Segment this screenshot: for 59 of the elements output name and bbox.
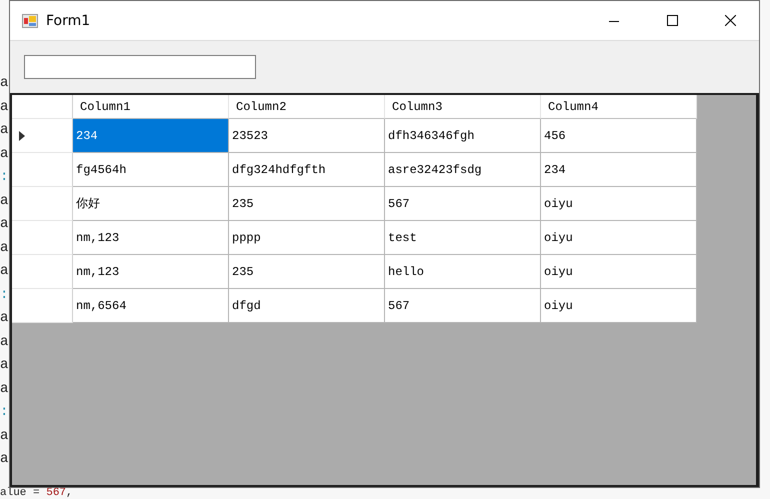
current-row-icon: [19, 130, 25, 140]
column-header[interactable]: Column3: [385, 95, 541, 119]
code-text: a: [0, 356, 9, 375]
code-text: :: [0, 286, 9, 304]
row-header[interactable]: [12, 255, 73, 289]
table-cell[interactable]: nm,123: [73, 255, 229, 289]
table-cell[interactable]: nm,123: [73, 221, 229, 255]
code-text: :: [0, 403, 9, 422]
code-text: a: [0, 332, 9, 352]
table-cell[interactable]: 567: [385, 289, 541, 323]
code-text: a: [0, 121, 9, 140]
code-text: :: [0, 168, 9, 187]
code-text: a: [0, 192, 9, 210]
code-text: a: [0, 74, 9, 93]
table-cell[interactable]: 234: [541, 153, 697, 187]
table-cell[interactable]: fg4564h: [73, 153, 229, 187]
code-text: a: [0, 98, 9, 116]
code-text: a: [0, 238, 9, 258]
column-header[interactable]: Column4: [541, 95, 697, 119]
table-cell[interactable]: oiyu: [541, 255, 697, 289]
maximize-icon: [666, 15, 678, 26]
code-text: a: [0, 144, 9, 164]
text-field[interactable]: [24, 55, 256, 79]
row-header[interactable]: [12, 153, 73, 187]
code-text: a: [0, 215, 9, 234]
table-cell[interactable]: oiyu: [541, 289, 697, 323]
code-text: a: [0, 426, 9, 446]
table-cell[interactable]: 234: [73, 119, 229, 153]
table-cell[interactable]: asre32423fsdg: [385, 153, 541, 187]
column-header[interactable]: Column1: [73, 95, 229, 119]
table-cell[interactable]: dfh346346fgh: [385, 119, 541, 153]
table-cell[interactable]: pppp: [229, 221, 385, 255]
table-cell[interactable]: dfg324hdfgfth: [229, 153, 385, 187]
row-header[interactable]: [12, 187, 73, 221]
table-cell[interactable]: dfgd: [229, 289, 385, 323]
window-title: Form1: [46, 12, 90, 28]
code-text: a: [0, 309, 9, 328]
row-header[interactable]: [12, 221, 73, 255]
code-text: a: [0, 262, 9, 281]
table-cell[interactable]: 235: [229, 187, 385, 221]
code-text: a: [0, 380, 9, 398]
table-cell[interactable]: 567: [385, 187, 541, 221]
row-header[interactable]: [12, 289, 73, 323]
code-text: a: [0, 450, 9, 469]
table-cell[interactable]: 23523: [229, 119, 385, 153]
table-cell[interactable]: nm,6564: [73, 289, 229, 323]
table-cell[interactable]: hello: [385, 255, 541, 289]
table-cell[interactable]: test: [385, 221, 541, 255]
row-header[interactable]: [12, 119, 73, 153]
table-cell[interactable]: 456: [541, 119, 697, 153]
corner-header: [12, 95, 73, 119]
close-icon: [724, 15, 736, 26]
form-icon: [22, 12, 38, 28]
code-line: alue = 567,: [0, 488, 73, 499]
table-cell[interactable]: 235: [229, 255, 385, 289]
table-cell[interactable]: 你好: [73, 187, 229, 221]
table-cell[interactable]: oiyu: [541, 187, 697, 221]
table-cell[interactable]: oiyu: [541, 221, 697, 255]
column-header[interactable]: Column2: [229, 95, 385, 119]
